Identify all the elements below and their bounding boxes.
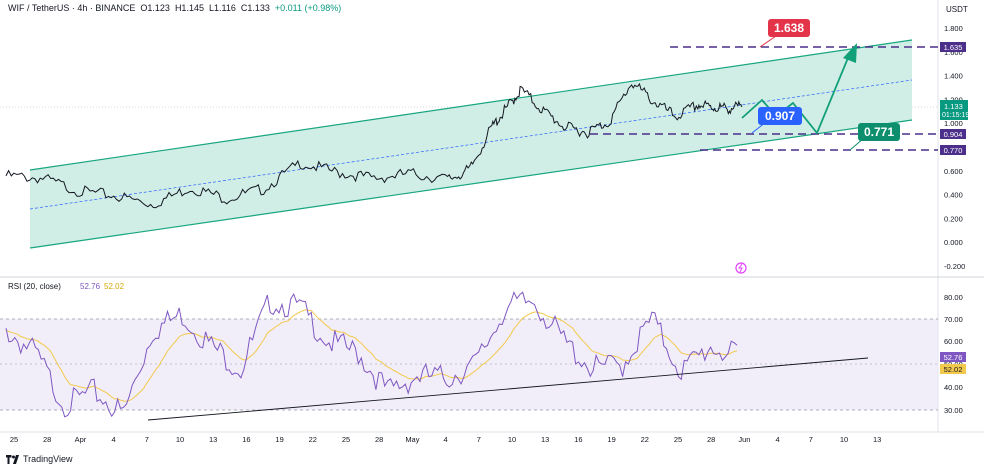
callout-target-label: 1.638 — [774, 21, 804, 35]
time-tick: 22 — [641, 435, 649, 444]
time-axis[interactable]: 25 28 Apr 4 7 10 13 16 19 22 25 28 May 4 7 10 13 16 19 22 25… — [10, 435, 882, 444]
time-tick: 16 — [574, 435, 582, 444]
rsi-ma-inline: 52.02 — [104, 282, 125, 291]
marker-current-price: 1.133 — [944, 102, 963, 111]
currency-label: USDT — [946, 5, 968, 14]
price-tick: 1.000 — [944, 119, 963, 128]
price-tick: -0.200 — [944, 262, 965, 271]
ohlc-close: C1.133 — [240, 3, 270, 13]
rsi-marker-ma: 52.02 — [944, 365, 963, 374]
tradingview-logo-icon — [6, 454, 19, 464]
time-tick: 13 — [541, 435, 549, 444]
rsi-tick: 70.00 — [944, 315, 963, 324]
marker-target: 1.635 — [940, 42, 966, 52]
symbol-name[interactable]: WIF / TetherUS · 4h · BINANCE — [8, 3, 135, 13]
time-tick: 22 — [309, 435, 317, 444]
time-tick: Jun — [738, 435, 750, 444]
time-tick: Apr — [75, 435, 87, 444]
marker-low: 0.770 — [940, 145, 966, 155]
time-tick: 10 — [508, 435, 516, 444]
price-tick: 0.200 — [944, 214, 963, 223]
time-tick: 16 — [242, 435, 250, 444]
rsi-tick: 30.00 — [944, 406, 963, 415]
rsi-value-inline: 52.76 — [80, 282, 101, 291]
ohlc-high: H1.145 — [174, 3, 204, 13]
marker-target-text: 1.635 — [944, 43, 963, 52]
time-tick: 25 — [674, 435, 682, 444]
time-tick: 19 — [275, 435, 283, 444]
time-tick: 28 — [43, 435, 51, 444]
time-tick: 7 — [145, 435, 149, 444]
price-tick: 0.400 — [944, 191, 963, 200]
price-tick: 0.000 — [944, 238, 963, 247]
time-tick: 7 — [809, 435, 813, 444]
time-tick: 28 — [707, 435, 715, 444]
chart-canvas[interactable]: 1.638 0.907 0.771 USDT 1.8001.6001.4001.… — [0, 0, 984, 470]
price-change: +0.011 (+0.98%) — [274, 3, 342, 13]
ohlc-open: O1.123 — [140, 3, 170, 13]
marker-mid-text: 0.904 — [944, 130, 963, 139]
time-tick: 13 — [209, 435, 217, 444]
rsi-label: RSI (20, close) — [8, 282, 61, 291]
ohlc-low: L1.116 — [208, 3, 236, 13]
price-tick: 0.600 — [944, 167, 963, 176]
footer-brand-text: TradingView — [23, 454, 73, 464]
time-tick: 10 — [176, 435, 184, 444]
rsi-tick: 40.00 — [944, 383, 963, 392]
rsi-value-marker: 52.76 — [940, 352, 966, 362]
symbol-header[interactable]: WIF / TetherUS · 4h · BINANCE O1.123 H1.… — [8, 3, 341, 13]
marker-mid: 0.904 — [940, 129, 966, 139]
marker-current: 1.133 01:15:19 — [940, 100, 969, 120]
price-tick: 1.800 — [944, 24, 963, 33]
rsi-marker-value: 52.76 — [944, 353, 963, 362]
callout-low-label: 0.771 — [864, 125, 894, 139]
marker-countdown: 01:15:19 — [942, 112, 969, 119]
time-tick: 13 — [873, 435, 881, 444]
marker-low-text: 0.770 — [944, 146, 963, 155]
time-tick: 28 — [375, 435, 383, 444]
time-tick: 4 — [776, 435, 780, 444]
time-tick: May — [405, 435, 419, 444]
time-tick: 10 — [840, 435, 848, 444]
price-tick: 1.400 — [944, 72, 963, 81]
rsi-tick: 60.00 — [944, 337, 963, 346]
time-tick: 4 — [444, 435, 448, 444]
time-tick: 25 — [10, 435, 18, 444]
callout-mid-label: 0.907 — [765, 109, 795, 123]
time-tick: 25 — [342, 435, 350, 444]
time-tick: 7 — [477, 435, 481, 444]
rsi-tick: 80.00 — [944, 293, 963, 302]
time-tick: 4 — [112, 435, 116, 444]
rsi-ma-marker: 52.02 — [940, 364, 966, 374]
footer-brand[interactable]: TradingView — [6, 454, 73, 464]
time-tick: 19 — [607, 435, 615, 444]
